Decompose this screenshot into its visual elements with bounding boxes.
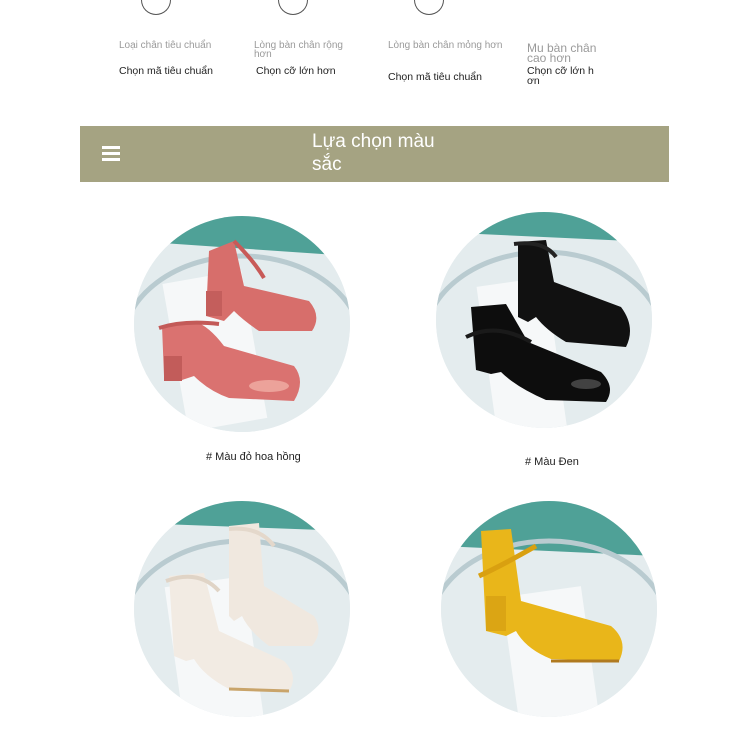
foot-shape-icon [414, 0, 444, 15]
foot-type-label: Lòng bàn chân mỏng hơn [388, 40, 503, 51]
color-label: # Màu Đen [525, 456, 579, 468]
menu-icon[interactable] [102, 146, 120, 162]
foot-shape-icon [278, 0, 308, 15]
color-selection-banner: Lựa chọn màu sắc [80, 126, 669, 182]
shoe-photo-rose-red [134, 216, 350, 432]
foot-shape-icon [141, 0, 171, 15]
foot-type-label: Mu bàn chân cao hơn [527, 41, 597, 65]
shoe-photo-cream [134, 501, 350, 717]
size-advice-label: Chọn mã tiêu chuẩn [388, 71, 482, 83]
banner-title: Lựa chọn màu sắc [312, 131, 435, 175]
shoe-photo-yellow [441, 501, 657, 717]
size-advice-label: Chọn cỡ lớn hơn [527, 65, 594, 87]
foot-type-label: Loại chân tiêu chuẩn [119, 40, 212, 51]
size-advice-label: Chọn mã tiêu chuẩn [119, 65, 213, 77]
size-advice-label: Chọn cỡ lớn hơn [256, 65, 336, 77]
shoe-photo-black [436, 212, 652, 428]
foot-type-label: Lòng bàn chân rộng hơn [254, 40, 343, 60]
color-label: # Màu đỏ hoa hồng [206, 451, 301, 463]
